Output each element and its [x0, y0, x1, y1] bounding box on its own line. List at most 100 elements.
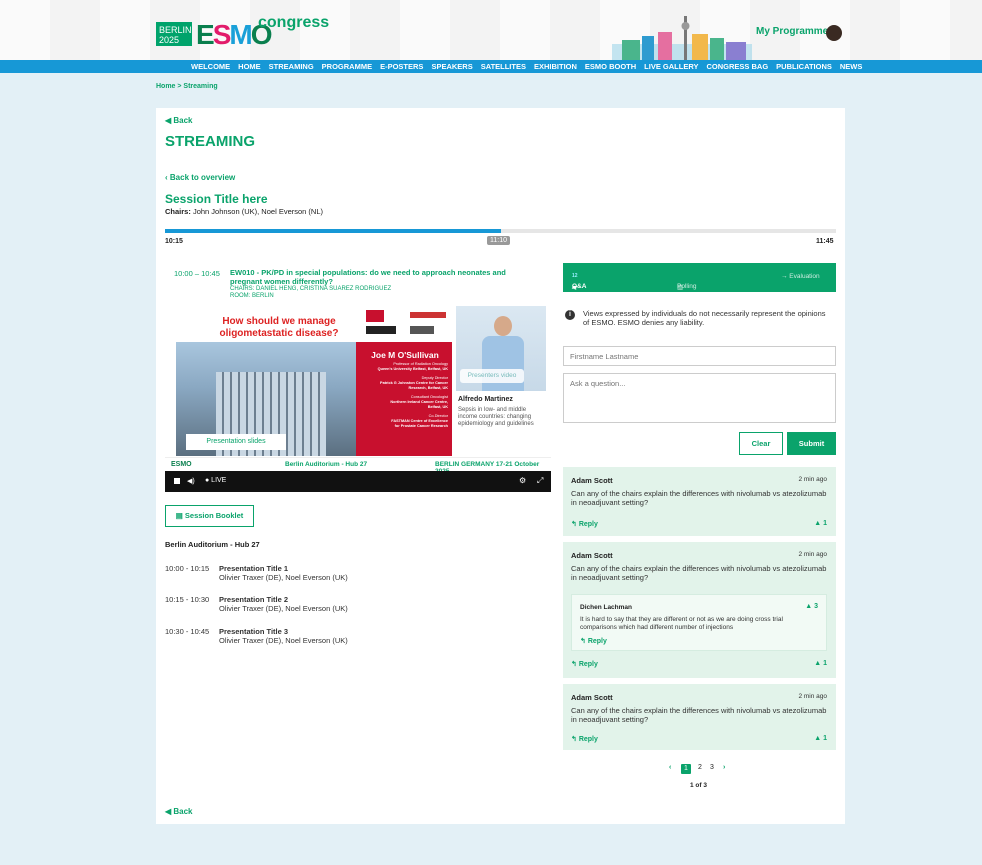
qa-count-badge: 12 [572, 273, 578, 279]
talk-chairs: CHAIRS: DANIEL HENG, CRISTINA SUAREZ ROD… [230, 286, 391, 300]
strip-venue: Berlin Auditorium - Hub 27 [285, 461, 368, 468]
tab-evaluation[interactable]: → Evaluation [781, 273, 820, 280]
breadcrumb[interactable]: Home > Streaming [156, 83, 218, 90]
time-end: 11:45 [816, 238, 834, 245]
like-button[interactable]: ▲ 1 [814, 660, 827, 667]
back-label: Back [173, 807, 193, 816]
reply-link[interactable]: ↰ Reply [571, 735, 598, 743]
talk-room: ROOM: BERLIN [230, 293, 274, 299]
player-controls: ◀) ● LIVE ⚙ ⤢ [165, 471, 551, 492]
question-input[interactable] [563, 373, 836, 423]
avatar[interactable] [826, 25, 842, 41]
back-link-top[interactable]: ◀ Back [165, 116, 193, 125]
strip-city: BERLIN [435, 461, 460, 468]
talk-title[interactable]: EW010 - PK/PD in special populations: do… [230, 268, 530, 286]
session-progress-track[interactable] [165, 229, 836, 233]
back-link-bottom[interactable]: ◀ Back [165, 807, 193, 816]
like-count: 1 [823, 660, 827, 667]
fullscreen-icon[interactable]: ⤢ [537, 476, 543, 486]
strip-esmo-logo: ESMO [171, 461, 192, 468]
question-card: Adam Scott 2 min ago Can any of the chai… [563, 684, 836, 750]
presenters-video-button[interactable]: Presenters video [460, 369, 524, 383]
slide-line: for Prostate Cancer Research [394, 424, 448, 428]
live-indicator: ● LIVE [205, 477, 227, 484]
question-author: Adam Scott [571, 551, 613, 560]
stop-icon[interactable] [174, 478, 180, 484]
chevron-left-icon[interactable]: ‹ [669, 764, 671, 771]
reply-label: Reply [578, 661, 598, 668]
logo-letter: M [229, 19, 252, 50]
answer-like-button[interactable]: ▲ 3 [805, 603, 818, 610]
back-label: Back [173, 116, 193, 125]
logo-letter: S [212, 19, 232, 50]
room-name: Berlin Auditorium - Hub 27 [165, 540, 260, 549]
nav-streaming[interactable]: STREAMING [269, 62, 314, 71]
reply-link[interactable]: ↰ Reply [571, 520, 598, 528]
berlin-skyline-illustration [612, 16, 752, 60]
slide-logos [366, 310, 448, 340]
reply-icon: ↰ [571, 521, 579, 528]
logo-year: 2025 [159, 35, 180, 45]
thumbs-up-icon: ▲ [814, 735, 824, 742]
session-title: Session Title here [165, 192, 268, 206]
page-title: STREAMING [165, 133, 255, 150]
chairs-names: John Johnson (UK), Noel Everson (NL) [192, 207, 323, 216]
tab-qa[interactable]: ▰ Q&A 12 [572, 273, 586, 291]
presentation-slides-button[interactable]: Presentation slides [186, 434, 286, 450]
reply-label: Reply [578, 736, 598, 743]
answer-reply-link[interactable]: ↰ Reply [580, 637, 607, 645]
booklet-label: Session Booklet [184, 511, 244, 520]
presentation-chairs: Olivier Traxer (DE), Noel Everson (UK) [219, 573, 348, 582]
like-count: 1 [823, 735, 827, 742]
my-programme-menu[interactable]: My Programme ▾ [756, 26, 836, 37]
clear-button[interactable]: Clear [739, 432, 783, 455]
volume-icon[interactable]: ◀) [187, 477, 195, 485]
logo-congress: congress [258, 14, 330, 31]
answer-card: Dichen Lachman ▲ 3 It is hard to say tha… [571, 594, 827, 651]
reply-label: Reply [587, 638, 607, 645]
presentation-chairs: Olivier Traxer (DE), Noel Everson (UK) [219, 636, 348, 645]
page-button[interactable]: 3 [710, 764, 714, 771]
reply-icon: ↰ [571, 736, 579, 743]
like-button[interactable]: ▲ 1 [814, 735, 827, 742]
question-author: Adam Scott [571, 693, 613, 702]
pagination: ‹ 1 2 3 › [669, 764, 739, 776]
like-button[interactable]: ▲ 1 [814, 520, 827, 527]
reply-link[interactable]: ↰ Reply [571, 660, 598, 668]
question-time: 2 min ago [798, 476, 827, 483]
nav-speakers[interactable]: SPEAKERS [431, 62, 472, 71]
logo-city-box[interactable]: BERLIN 2025 [156, 22, 192, 46]
nav-news[interactable]: NEWS [840, 62, 863, 71]
presentation-title: Presentation Title 1 [219, 564, 289, 573]
nav-satellites[interactable]: SATELLITES [481, 62, 526, 71]
answer-author: Dichen Lachman [580, 604, 633, 611]
submit-button[interactable]: Submit [787, 432, 836, 455]
presentation-time: 10:30 - 10:45 [165, 627, 210, 636]
nav-e-posters[interactable]: E-POSTERS [380, 62, 423, 71]
nav-exhibition[interactable]: EXHIBITION [534, 62, 577, 71]
thumbs-up-icon: ▲ [814, 660, 824, 667]
nav-esmo-booth[interactable]: ESMO BOOTH [585, 62, 636, 71]
tab-polling-label: Polling [677, 283, 697, 290]
document-icon: ▤ [175, 511, 185, 520]
nav-welcome[interactable]: WELCOME [191, 62, 230, 71]
reply-label: Reply [578, 521, 598, 528]
back-to-overview-link[interactable]: ‹ Back to overview [165, 173, 235, 182]
question-author: Adam Scott [571, 476, 613, 485]
nav-home[interactable]: HOME [238, 62, 261, 71]
nav-live-gallery[interactable]: LIVE GALLERY [644, 62, 698, 71]
page-button[interactable]: 2 [698, 764, 702, 771]
answer-like-count: 3 [814, 603, 818, 610]
session-booklet-button[interactable]: ▤ Session Booklet [165, 505, 254, 527]
nav-programme[interactable]: PROGRAMME [322, 62, 372, 71]
chevron-right-icon[interactable]: › [723, 764, 725, 771]
nav-congress-bag[interactable]: CONGRESS BAG [706, 62, 768, 71]
disclaimer-text: Views expressed by individuals do not ne… [583, 309, 826, 327]
nav-publications[interactable]: PUBLICATIONS [776, 62, 832, 71]
question-time: 2 min ago [798, 693, 827, 700]
name-input[interactable] [563, 346, 836, 366]
presentation-title: Presentation Title 2 [219, 595, 289, 604]
logo-city: BERLIN [159, 25, 192, 35]
page-button[interactable]: 1 [681, 764, 691, 774]
gear-icon[interactable]: ⚙ [519, 476, 526, 485]
